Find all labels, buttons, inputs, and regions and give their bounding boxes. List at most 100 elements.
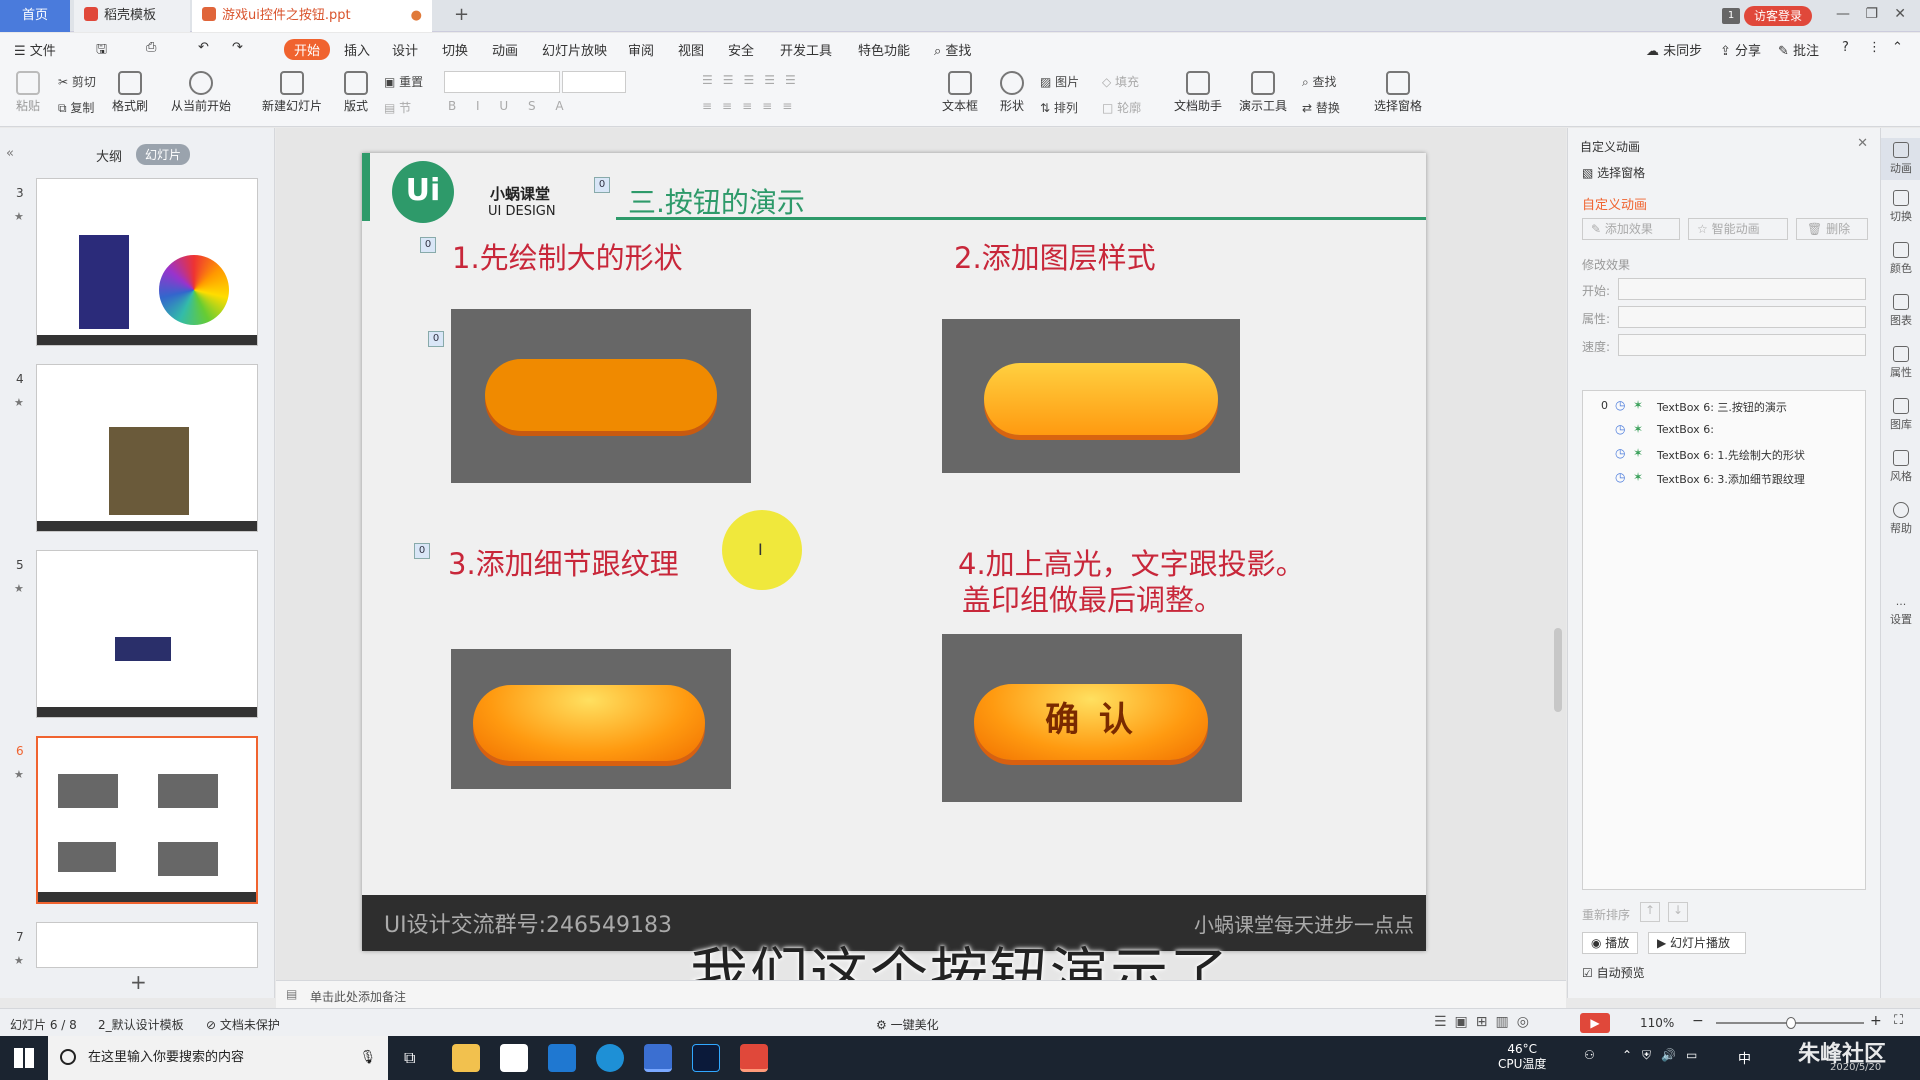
animation-tag[interactable]: 0: [420, 237, 436, 253]
help-icon[interactable]: ?: [1842, 40, 1849, 55]
sidebar-settings[interactable]: ··· 设置: [1881, 598, 1920, 627]
font-family-select[interactable]: [444, 71, 560, 93]
step-4-label[interactable]: 4.加上高光，文字跟投影。: [958, 545, 1305, 583]
wps-presentation-icon[interactable]: [740, 1044, 768, 1072]
picture-button[interactable]: ▨ 图片: [1040, 73, 1079, 90]
zoom-out-button[interactable]: −: [1692, 1013, 1704, 1029]
slide-thumbnail-6[interactable]: [36, 736, 258, 904]
play-button[interactable]: ◉ 播放: [1582, 932, 1638, 954]
sync-status[interactable]: ☁ 未同步: [1646, 40, 1702, 59]
menu-item-security[interactable]: 安全: [728, 40, 754, 59]
edge-icon[interactable]: [596, 1044, 624, 1072]
menu-item-slideshow[interactable]: 幻灯片放映: [542, 40, 607, 59]
tab-slides[interactable]: 幻灯片: [136, 144, 191, 165]
find-button[interactable]: ⌕ 查找: [1302, 73, 1337, 90]
doc-assistant-button[interactable]: 文档助手: [1172, 71, 1224, 114]
select-pane-button[interactable]: 选择窗格: [1370, 71, 1426, 114]
photoshop-icon[interactable]: [692, 1044, 720, 1072]
start-select[interactable]: [1618, 278, 1866, 300]
tray-icons[interactable]: ⌃⛨🔊▭: [1622, 1048, 1707, 1063]
zoom-level[interactable]: 110%: [1640, 1016, 1674, 1030]
menu-item-start[interactable]: 开始: [284, 39, 331, 60]
template-name[interactable]: 2_默认设计模板: [98, 1016, 184, 1033]
property-select[interactable]: [1618, 306, 1866, 328]
menu-item-design[interactable]: 设计: [392, 40, 418, 59]
replace-button[interactable]: ⇄ 替换: [1302, 99, 1340, 116]
paste-button[interactable]: 粘贴: [10, 71, 46, 114]
store-icon[interactable]: [500, 1044, 528, 1072]
notes-bar[interactable]: ▤ 单击此处添加备注: [276, 980, 1566, 1008]
menu-item-view[interactable]: 视图: [678, 40, 704, 59]
text-format-buttons[interactable]: B I U S A: [448, 99, 572, 113]
animation-tag[interactable]: 0: [594, 177, 610, 193]
mail-icon[interactable]: [548, 1044, 576, 1072]
tab-template[interactable]: 稻壳模板: [74, 0, 190, 32]
layout-button[interactable]: 版式: [338, 71, 374, 114]
menu-item-review[interactable]: 审阅: [628, 40, 654, 59]
from-current-button[interactable]: 从当前开始: [166, 71, 236, 114]
reset-button[interactable]: ▣ 重置: [384, 73, 423, 90]
sidebar-transition[interactable]: 切换: [1881, 190, 1920, 224]
delete-button[interactable]: 🗑 删除: [1796, 218, 1868, 240]
minimize-icon[interactable]: —: [1836, 6, 1850, 22]
tab-document[interactable]: 游戏ui控件之按钮.ppt ●: [192, 0, 432, 32]
section-button[interactable]: ▤ 节: [384, 99, 411, 116]
current-slide[interactable]: Ui 小蜗课堂 UI DESIGN 0 三.按钮的演示 0 1.先绘制大的形状 …: [362, 153, 1426, 951]
animation-tag[interactable]: 0: [428, 331, 444, 347]
auto-preview-checkbox[interactable]: ☑ 自动预览: [1582, 964, 1645, 981]
new-tab-button[interactable]: +: [454, 4, 469, 25]
tab-outline[interactable]: 大纲: [96, 146, 122, 165]
tab-home[interactable]: 首页: [0, 0, 70, 32]
step-2-label[interactable]: 2.添加图层样式: [954, 239, 1156, 277]
select-pane-link[interactable]: ▧ 选择窗格: [1582, 164, 1645, 181]
zoom-slider[interactable]: [1716, 1017, 1864, 1029]
fit-window-button[interactable]: ⛶: [1894, 1013, 1903, 1028]
presentation-tools-button[interactable]: 演示工具: [1232, 71, 1294, 114]
menu-item-insert[interactable]: 插入: [344, 40, 370, 59]
redo-icon[interactable]: ↷: [232, 40, 243, 55]
slide-thumbnail-3[interactable]: [36, 178, 258, 346]
copy-button[interactable]: ⧉ 复制: [58, 99, 94, 116]
menu-item-animation[interactable]: 动画: [492, 40, 518, 59]
move-up-button[interactable]: ↑: [1640, 902, 1660, 922]
step-3-image[interactable]: [451, 649, 731, 789]
taskbar-search-box[interactable]: 在这里输入你要搜索的内容 🎙: [48, 1036, 388, 1080]
wps-writer-icon[interactable]: [644, 1044, 672, 1072]
sidebar-style[interactable]: 风格: [1881, 450, 1920, 484]
animation-tag[interactable]: 0: [414, 543, 430, 559]
menu-item-developer[interactable]: 开发工具: [780, 40, 832, 59]
format-painter-button[interactable]: 格式刷: [110, 71, 150, 114]
protect-status[interactable]: ⊘ 文档未保护: [206, 1016, 280, 1033]
slideshow-play-button[interactable]: ▶: [1580, 1013, 1610, 1033]
collapse-panel-icon[interactable]: «: [6, 146, 14, 161]
file-explorer-icon[interactable]: [452, 1044, 480, 1072]
sidebar-animation[interactable]: 动画: [1881, 138, 1920, 180]
login-button[interactable]: 访客登录: [1743, 6, 1812, 26]
sidebar-help[interactable]: 帮助: [1881, 502, 1920, 536]
sidebar-gallery[interactable]: 图库: [1881, 398, 1920, 432]
ime-indicator[interactable]: 中: [1738, 1048, 1751, 1067]
font-size-select[interactable]: [562, 71, 626, 93]
animation-list-item[interactable]: ◷ ✶ TextBox 6: 3.添加细节跟纹理: [1583, 469, 1865, 489]
notes-placeholder[interactable]: 单击此处添加备注: [310, 988, 406, 1005]
animation-list-item[interactable]: ◷ ✶ TextBox 6: 1.先绘制大的形状: [1583, 445, 1865, 465]
cut-button[interactable]: ✂ 剪切: [58, 73, 96, 90]
save-icon[interactable]: 🖫: [96, 40, 107, 62]
add-effect-button[interactable]: ✎ 添加效果: [1582, 218, 1680, 240]
mic-icon[interactable]: 🎙: [359, 1036, 376, 1080]
fill-button[interactable]: ◇ 填充: [1102, 73, 1139, 90]
window-count-badge[interactable]: 1: [1722, 8, 1740, 24]
sidebar-property[interactable]: 属性: [1881, 346, 1920, 380]
speed-select[interactable]: [1618, 334, 1866, 356]
restore-icon[interactable]: ❐: [1865, 6, 1878, 22]
view-mode-buttons[interactable]: ☰▣⊞▥◎: [1434, 1014, 1537, 1030]
step-4-image[interactable]: 确 认: [942, 634, 1242, 802]
slide-thumbnail-4[interactable]: [36, 364, 258, 532]
share-button[interactable]: ⇪ 分享: [1720, 40, 1761, 59]
step-3-label[interactable]: 3.添加细节跟纹理: [448, 545, 679, 583]
step-1-image[interactable]: [451, 309, 751, 483]
animation-list-item[interactable]: ◷ ✶ TextBox 6:: [1583, 421, 1865, 441]
arrange-button[interactable]: ⇅ 排列: [1040, 99, 1078, 116]
textbox-button[interactable]: 文本框: [938, 71, 982, 114]
task-view-icon[interactable]: ⧉: [404, 1048, 415, 1068]
